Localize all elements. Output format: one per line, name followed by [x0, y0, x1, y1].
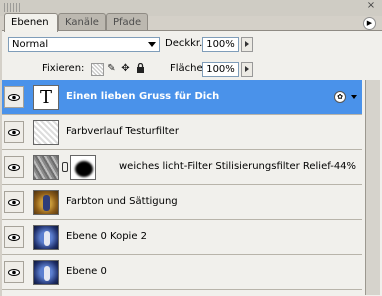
blend-mode-value: Normal	[12, 39, 49, 50]
layer-mask-thumbnail[interactable]	[70, 155, 96, 180]
opacity-label: Deckkr.:	[165, 38, 206, 49]
layer-row-base[interactable]: Ebene 0	[2, 255, 362, 290]
eye-icon	[8, 129, 20, 136]
layer-row-hue-saturation[interactable]: Farbton und Sättigung	[2, 185, 362, 220]
layer-row-text[interactable]: T Einen lieben Gruss für Dich ✿	[2, 80, 362, 115]
lock-image-icon[interactable]: ✎	[106, 63, 117, 74]
layer-effects-icon[interactable]: ✿	[334, 91, 346, 103]
fill-label: Fläche:	[170, 63, 207, 74]
tab-kanaele[interactable]: Kanäle	[58, 13, 106, 30]
lock-position-icon[interactable]: ✥	[120, 63, 131, 74]
eye-icon	[8, 164, 20, 171]
layer-name[interactable]: Farbverlauf Testurfilter	[66, 126, 179, 137]
visibility-toggle[interactable]	[4, 86, 24, 108]
layer-name[interactable]: Einen lieben Gruss für Dich	[66, 91, 219, 102]
layer-thumbnail[interactable]	[33, 120, 59, 145]
lock-transparent-icon[interactable]	[91, 63, 104, 76]
eye-icon	[8, 234, 20, 241]
visibility-toggle[interactable]	[4, 261, 24, 283]
tab-pfade[interactable]: Pfade	[106, 13, 148, 30]
text-layer-icon[interactable]: T	[33, 85, 59, 110]
opacity-field[interactable]: 100%	[202, 37, 239, 52]
eye-icon	[8, 94, 20, 101]
visibility-toggle[interactable]	[4, 191, 24, 213]
fill-slider-button[interactable]	[241, 62, 253, 77]
tab-ebenen[interactable]: Ebenen	[4, 13, 58, 32]
scrollbar[interactable]	[365, 80, 380, 295]
layer-row-copy-2[interactable]: Ebene 0 Kopie 2	[2, 220, 362, 255]
layer-name[interactable]: Ebene 0 Kopie 2	[66, 231, 147, 242]
visibility-toggle[interactable]	[4, 121, 24, 143]
layer-thumbnail[interactable]	[33, 260, 59, 285]
layer-name[interactable]: Ebene 0	[66, 266, 107, 277]
fill-field[interactable]: 100%	[202, 62, 239, 77]
eye-icon	[8, 199, 20, 206]
layer-thumbnail[interactable]	[33, 155, 59, 180]
layer-thumbnail[interactable]	[33, 225, 59, 250]
close-panel-icon[interactable]: ×	[366, 1, 376, 11]
chevron-down-icon	[148, 42, 156, 47]
visibility-toggle[interactable]	[4, 226, 24, 248]
layer-row-soft-light[interactable]: weiches licht-Filter Stilisierungsfilter…	[2, 150, 362, 185]
chevron-down-icon[interactable]	[351, 95, 357, 99]
panel-menu-button[interactable]: ▶	[363, 17, 376, 30]
drag-grip-icon[interactable]	[4, 3, 20, 12]
lock-label: Fixieren:	[42, 63, 85, 74]
layer-name[interactable]: weiches licht-Filter Stilisierungsfilter…	[119, 161, 356, 172]
opacity-slider-button[interactable]	[241, 37, 253, 52]
layer-name[interactable]: Farbton und Sättigung	[66, 196, 178, 207]
layer-row-gradient[interactable]: Farbverlauf Testurfilter	[2, 115, 362, 150]
link-chain-icon[interactable]	[62, 162, 68, 172]
blend-mode-select[interactable]: Normal	[8, 37, 160, 52]
layers-list: T Einen lieben Gruss für Dich ✿ Farbverl…	[2, 80, 382, 295]
eye-icon	[8, 269, 20, 276]
visibility-toggle[interactable]	[4, 156, 24, 178]
lock-all-icon[interactable]	[135, 62, 146, 74]
layer-thumbnail[interactable]	[33, 190, 59, 215]
